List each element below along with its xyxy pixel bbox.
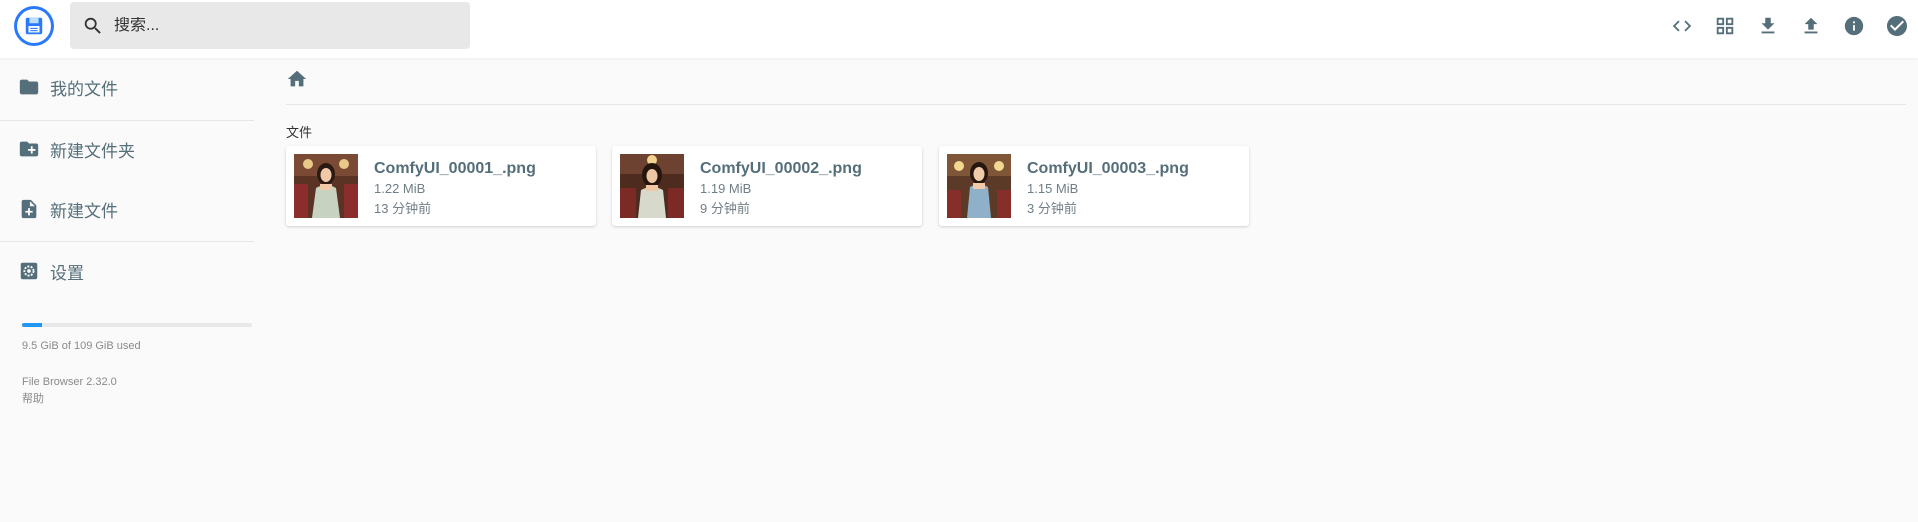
sidebar-item-new-file[interactable]: 新建文件: [0, 180, 254, 238]
breadcrumb: [286, 68, 308, 94]
storage-usage-text: 9.5 GiB of 109 GiB used: [22, 340, 141, 352]
sidebar-item-label: 设置: [50, 263, 84, 283]
sidebar-item-settings[interactable]: 设置: [0, 242, 254, 300]
content-divider: [286, 104, 1906, 105]
app-logo[interactable]: [14, 6, 54, 46]
file-thumbnail: [947, 154, 1011, 218]
create-folder-icon: [18, 138, 40, 160]
file-item[interactable]: ComfyUI_00003_.png 1.15 MiB 3 分钟前: [939, 146, 1249, 226]
sidebar-item-my-files[interactable]: 我的文件: [0, 58, 254, 116]
sidebar-item-label: 新建文件: [50, 201, 118, 221]
file-modified: 9 分钟前: [700, 201, 750, 216]
header: [0, 0, 1918, 58]
storage-usage-fill: [22, 323, 42, 327]
sidebar-item-label: 新建文件夹: [50, 141, 135, 161]
sidebar-item-new-folder[interactable]: 新建文件夹: [0, 120, 254, 178]
file-item[interactable]: ComfyUI_00001_.png 1.22 MiB 13 分钟前: [286, 146, 596, 226]
file-modified: 3 分钟前: [1027, 201, 1077, 216]
file-size: 1.22 MiB: [374, 181, 426, 196]
folder-icon: [18, 76, 40, 98]
sidebar-item-label: 我的文件: [50, 79, 118, 99]
section-title: 文件: [286, 125, 313, 140]
new-file-icon: [18, 198, 40, 220]
file-size: 1.19 MiB: [700, 181, 752, 196]
file-item[interactable]: ComfyUI_00002_.png 1.19 MiB 9 分钟前: [612, 146, 922, 226]
file-modified: 13 分钟前: [374, 201, 432, 216]
info-icon[interactable]: [1832, 8, 1875, 44]
search-icon: [82, 14, 106, 38]
file-name: ComfyUI_00002_.png: [700, 160, 862, 177]
file-thumbnail: [620, 154, 684, 218]
home-icon[interactable]: [286, 68, 308, 95]
storage-usage-bar: [22, 323, 252, 327]
settings-icon: [18, 260, 40, 282]
file-size: 1.15 MiB: [1027, 181, 1079, 196]
file-name: ComfyUI_00001_.png: [374, 160, 536, 177]
grid-view-icon[interactable]: [1703, 8, 1746, 44]
check-circle-icon[interactable]: [1875, 8, 1918, 44]
search-input[interactable]: [114, 16, 454, 35]
help-link[interactable]: 帮助: [22, 390, 44, 406]
file-thumbnail: [294, 154, 358, 218]
code-view-icon[interactable]: [1660, 8, 1703, 44]
sidebar: 我的文件 新建文件夹 新建文件 设置 9.5 GiB of 109 GiB us…: [0, 58, 254, 522]
upload-icon[interactable]: [1789, 8, 1832, 44]
main-content: 文件 ComfyUI_00001_.png 1.22 MiB 13 分钟前 Co…: [286, 58, 1906, 522]
floppy-disk-icon: [17, 9, 51, 43]
search-bar[interactable]: [70, 2, 470, 49]
file-name: ComfyUI_00003_.png: [1027, 160, 1189, 177]
header-actions: [1660, 8, 1918, 44]
download-icon[interactable]: [1746, 8, 1789, 44]
version-text: File Browser 2.32.0: [22, 376, 117, 388]
